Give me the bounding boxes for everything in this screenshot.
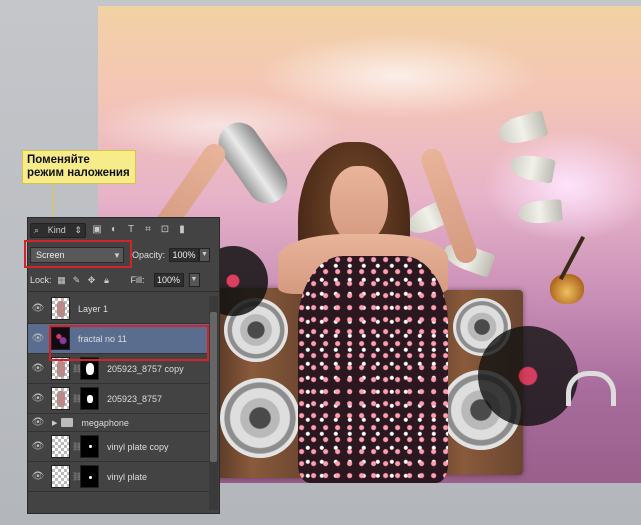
type-filter-icon[interactable]: T	[125, 224, 137, 236]
layer-thumbnail	[51, 357, 70, 380]
layer-name: fractal no 11	[78, 333, 127, 344]
lock-transparent-pixels-icon[interactable]: ▦	[57, 275, 67, 285]
annotation-line-2: режим наложения	[27, 167, 130, 179]
opacity-dropdown-arrow[interactable]: ▼	[199, 248, 211, 262]
link-chain-icon[interactable]: ⛓︎	[72, 364, 82, 373]
lock-row: Lock: ▦ ✎ ✥ 🔒︎ Fill: 100% ▼	[30, 272, 217, 288]
layer-filter-bar: ⌕ Kind ⇕ ▣ ◐ T ⌗ ⊡ ▮	[30, 221, 217, 239]
layer-row-205923-8757[interactable]: 👁︎ ⛓︎ 205923_8757	[28, 384, 209, 414]
layer-thumbnail	[51, 387, 70, 410]
layer-name: 205923_8757 copy	[107, 363, 184, 374]
layer-thumbnail	[51, 465, 70, 488]
blend-mode-dropdown[interactable]: Screen ▼	[30, 247, 124, 263]
layer-mask-thumbnail[interactable]	[80, 387, 99, 410]
link-chain-icon[interactable]: ⛓︎	[72, 394, 82, 403]
layer-name: vinyl plate copy	[107, 441, 169, 452]
lock-label: Lock:	[30, 275, 52, 285]
blend-mode-value: Screen	[36, 250, 65, 260]
layer-group-megaphone[interactable]: 👁︎ ▶ megaphone	[28, 414, 209, 432]
lock-image-pixels-icon[interactable]: ✎	[72, 275, 82, 285]
layer-row-205923-8757-copy[interactable]: 👁︎ ⛓︎ 205923_8757 copy	[28, 354, 209, 384]
microphone-art	[210, 114, 296, 212]
eye-icon[interactable]: 👁︎	[28, 393, 48, 404]
girl-face	[330, 166, 388, 244]
megaphone-art-5	[517, 199, 563, 225]
layer-thumbnail	[51, 435, 70, 458]
expand-arrow-icon[interactable]: ▶	[52, 419, 57, 427]
guitar-art	[550, 274, 584, 304]
kind-filter-dropdown[interactable]: ⌕ Kind ⇕	[30, 222, 86, 238]
eye-icon[interactable]: 👁︎	[28, 441, 48, 452]
vinyl-record-art-right	[478, 326, 578, 426]
folder-icon	[61, 418, 74, 427]
opacity-input[interactable]: 100%	[169, 248, 200, 262]
fill-input[interactable]: 100%	[153, 273, 184, 287]
layer-row-vinyl-plate-copy[interactable]: 👁︎ ⛓︎ vinyl plate copy	[28, 432, 209, 462]
eye-icon[interactable]: 👁︎	[28, 363, 48, 374]
kind-filter-label: Kind	[47, 225, 66, 235]
speaker-left	[216, 288, 306, 478]
layer-row-vinyl-plate[interactable]: 👁︎ ⛓︎ vinyl plate	[28, 462, 209, 492]
fill-label: Fill:	[130, 275, 145, 285]
layer-name: 205923_8757	[107, 393, 163, 404]
layer-name: vinyl plate	[107, 471, 148, 482]
eye-icon[interactable]: 👁︎	[28, 417, 48, 428]
headphones-art	[566, 371, 616, 406]
layers-scrollbar[interactable]	[209, 296, 218, 510]
layer-thumbnail	[51, 297, 70, 320]
opacity-label: Opacity:	[132, 250, 166, 260]
scrollbar-thumb[interactable]	[210, 312, 217, 462]
updown-arrows-icon: ⇕	[74, 224, 82, 235]
eye-icon[interactable]: 👁︎	[28, 303, 48, 314]
chevron-down-icon: ▼	[113, 250, 121, 260]
layer-name: megaphone	[81, 417, 129, 428]
adjustment-filter-icon[interactable]: ◐	[108, 224, 120, 236]
layer-row-layer-1[interactable]: 👁︎ Layer 1	[28, 294, 209, 324]
filter-toggle-icon[interactable]: ▮	[176, 224, 188, 236]
blend-row: Screen ▼ Opacity: 100% ▼	[30, 246, 217, 264]
search-icon: ⌕	[34, 224, 40, 235]
panel-divider	[28, 291, 219, 292]
link-chain-icon[interactable]: ⛓︎	[72, 472, 82, 481]
shape-filter-icon[interactable]: ⌗	[142, 224, 154, 236]
lock-all-icon[interactable]: 🔒︎	[102, 275, 112, 285]
eye-icon[interactable]: 👁︎	[28, 471, 48, 482]
layer-mask-thumbnail[interactable]	[80, 465, 99, 488]
image-filter-icon[interactable]: ▣	[91, 224, 103, 236]
layer-row-fractal-no-11[interactable]: 👁︎ fractal no 11	[28, 324, 209, 354]
lock-position-icon[interactable]: ✥	[87, 275, 97, 285]
annotation-line-1: Поменяйте	[27, 154, 90, 166]
layers-panel: ⌕ Kind ⇕ ▣ ◐ T ⌗ ⊡ ▮ Screen ▼ Opacity: 1…	[27, 217, 220, 514]
megaphone-art-2	[508, 152, 556, 184]
layer-mask-thumbnail[interactable]	[80, 357, 99, 380]
girl-dress	[298, 256, 448, 483]
megaphone-art-1	[495, 110, 549, 148]
layer-mask-thumbnail[interactable]	[80, 435, 99, 458]
layer-name: Layer 1	[78, 303, 109, 314]
eye-icon[interactable]: 👁︎	[28, 333, 48, 344]
smart-object-filter-icon[interactable]: ⊡	[159, 224, 171, 236]
fill-dropdown-arrow[interactable]: ▼	[188, 273, 200, 287]
layer-thumbnail	[51, 327, 70, 350]
link-chain-icon[interactable]: ⛓︎	[72, 442, 82, 451]
layer-list: 👁︎ Layer 1 👁︎ fractal no 11 👁︎ ⛓︎ 205923…	[28, 294, 209, 492]
annotation-callout: Поменяйте режим наложения	[22, 150, 136, 184]
